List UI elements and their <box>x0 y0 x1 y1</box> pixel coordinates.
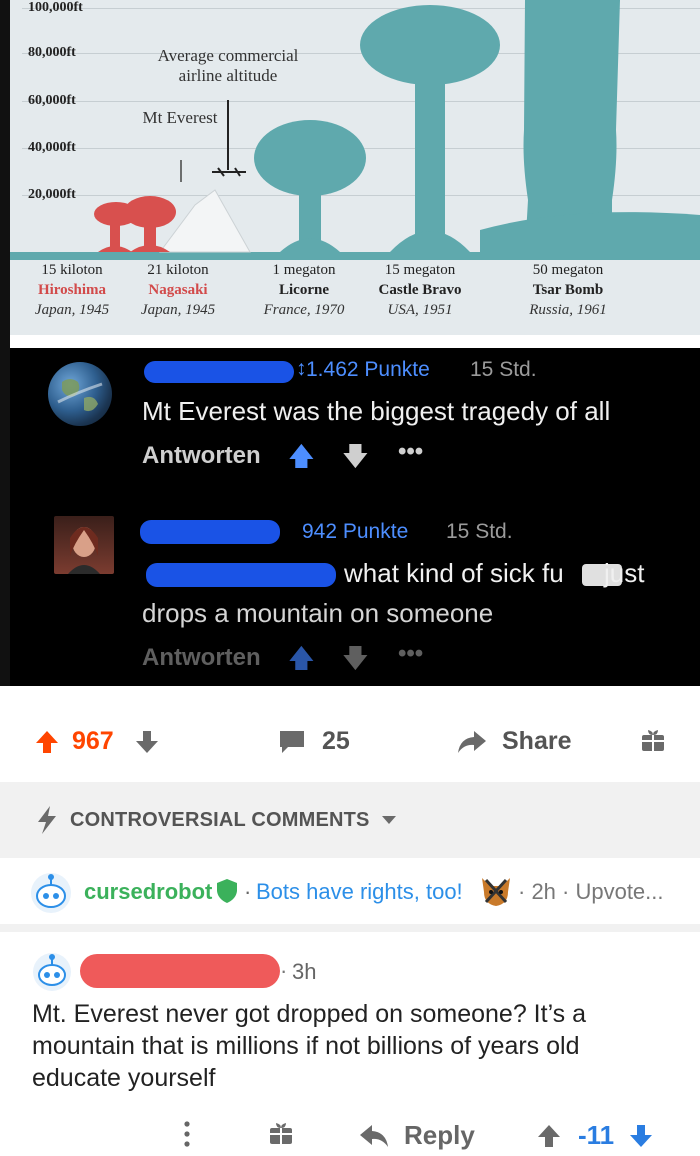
everest-mountain-shape <box>159 189 251 253</box>
gift-icon[interactable] <box>268 1120 294 1146</box>
bomb-label-licorne: 1 megaton Licorne France, 1970 <box>263 262 345 318</box>
airline-altitude-label: Average commercial airline altitude <box>157 46 299 85</box>
mod-username[interactable]: cursedrobot <box>84 879 212 905</box>
reply-label: Reply <box>404 1120 475 1150</box>
comment2-text-line1-end: just <box>604 558 645 588</box>
bomb-label-hiroshima: 15 kiloton Hiroshima Japan, 1945 <box>34 262 110 318</box>
comment2-reply-button[interactable]: Antworten <box>142 644 261 672</box>
more-icon[interactable]: ••• <box>398 640 423 668</box>
redacted-username-3 <box>80 954 280 988</box>
downvote-icon[interactable]: 🡇 <box>342 640 369 684</box>
user-avatar <box>54 516 114 574</box>
nuclear-yield-infographic: 100,000ft 80,000ft 60,000ft 40,000ft 20,… <box>10 0 700 335</box>
portrait-icon <box>68 527 100 574</box>
comment1-points: 1.462 Punkte <box>306 358 430 381</box>
dark-comment-screenshot: ↕ 1.462 Punkte 15 Std. Mt Everest was th… <box>10 348 700 686</box>
post-upvote-count: 967 <box>72 727 114 755</box>
comment-body: Mt. Everest never got dropped on someone… <box>32 1000 587 1092</box>
comment-score: -11 <box>578 1120 615 1150</box>
mod-comment-meta: · 2h · Upvote... <box>518 879 664 904</box>
screenshot-left-edge <box>0 0 10 686</box>
lightning-icon <box>38 806 56 834</box>
upvote-arrow-icon[interactable] <box>536 1123 562 1149</box>
user-flair: Bots have rights, too! <box>256 879 463 904</box>
post-vote-group: 967 <box>34 727 160 756</box>
upvote-arrow-icon[interactable] <box>34 729 60 755</box>
comment2-text-line1: what kind of sick fu <box>344 558 564 588</box>
bomb-label-castle-bravo: 15 megaton Castle Bravo USA, 1951 <box>378 262 462 318</box>
comment1-text: Mt Everest was the biggest tragedy of al… <box>142 396 611 426</box>
mushroom-clouds-illustration <box>10 0 700 260</box>
award-button[interactable] <box>640 727 666 753</box>
comment2-time: 15 Std. <box>446 520 513 543</box>
sort-label: CONTROVERSIAL COMMENTS <box>70 808 370 831</box>
upvote-icon[interactable]: 🡅 <box>288 640 315 684</box>
share-label: Share <box>502 727 572 755</box>
mod-shield-icon <box>217 879 237 903</box>
share-button[interactable]: Share <box>456 727 571 756</box>
bomb-label-tsar-bomb: 50 megaton Tsar Bomb Russia, 1961 <box>529 262 607 318</box>
reply-arrow-icon <box>360 1124 388 1147</box>
downvote-icon[interactable]: 🡇 <box>342 438 369 482</box>
earth-avatar <box>48 362 112 426</box>
more-options-icon[interactable] <box>182 1120 192 1148</box>
redacted-mention <box>146 563 336 587</box>
comment-vote-group: -11 <box>536 1120 654 1151</box>
reply-button[interactable]: Reply <box>358 1120 475 1151</box>
flair-cat-icon <box>482 878 510 906</box>
comments-button[interactable]: 25 <box>278 727 350 756</box>
bomb-label-nagasaki: 21 kiloton Nagasaki Japan, 1945 <box>140 262 216 318</box>
robot-avatar-icon <box>31 873 71 913</box>
dot-separator: · <box>244 879 252 904</box>
ground-shape <box>10 252 700 260</box>
upvote-icon[interactable]: 🡅 <box>288 438 315 482</box>
gift-icon <box>642 730 664 751</box>
redacted-username-1 <box>144 361 294 383</box>
downvote-arrow-icon[interactable] <box>134 729 160 755</box>
comment1-reply-button[interactable]: Antworten <box>142 442 261 470</box>
share-arrow-icon <box>458 730 486 753</box>
globe-icon <box>57 379 103 412</box>
moderator-comment-row: cursedrobot · Bots have rights, too! · 2… <box>0 858 700 932</box>
comment-time: 3h <box>292 959 317 984</box>
comment-bubble-icon <box>280 730 304 753</box>
comment2-points: 942 Punkte <box>302 520 409 543</box>
tsar-bomb-cloud <box>480 0 700 252</box>
redacted-username-2 <box>140 520 280 544</box>
downvote-arrow-icon[interactable] <box>628 1123 654 1149</box>
comment-count: 25 <box>322 727 350 755</box>
comment1-time: 15 Std. <box>470 358 537 381</box>
licorne-cloud <box>254 120 366 252</box>
comment1-arrow-mark: ↕ <box>296 357 307 380</box>
comment2-text-line2: drops a mountain on someone <box>142 598 494 628</box>
everest-label: Mt Everest <box>142 108 218 127</box>
castle-bravo-cloud <box>360 5 500 252</box>
robot-avatar-icon <box>33 953 71 991</box>
chevron-down-icon <box>381 816 396 824</box>
dot-separator: · <box>280 958 288 983</box>
sort-dropdown[interactable]: CONTROVERSIAL COMMENTS <box>36 806 398 834</box>
more-icon[interactable]: ••• <box>398 438 423 466</box>
